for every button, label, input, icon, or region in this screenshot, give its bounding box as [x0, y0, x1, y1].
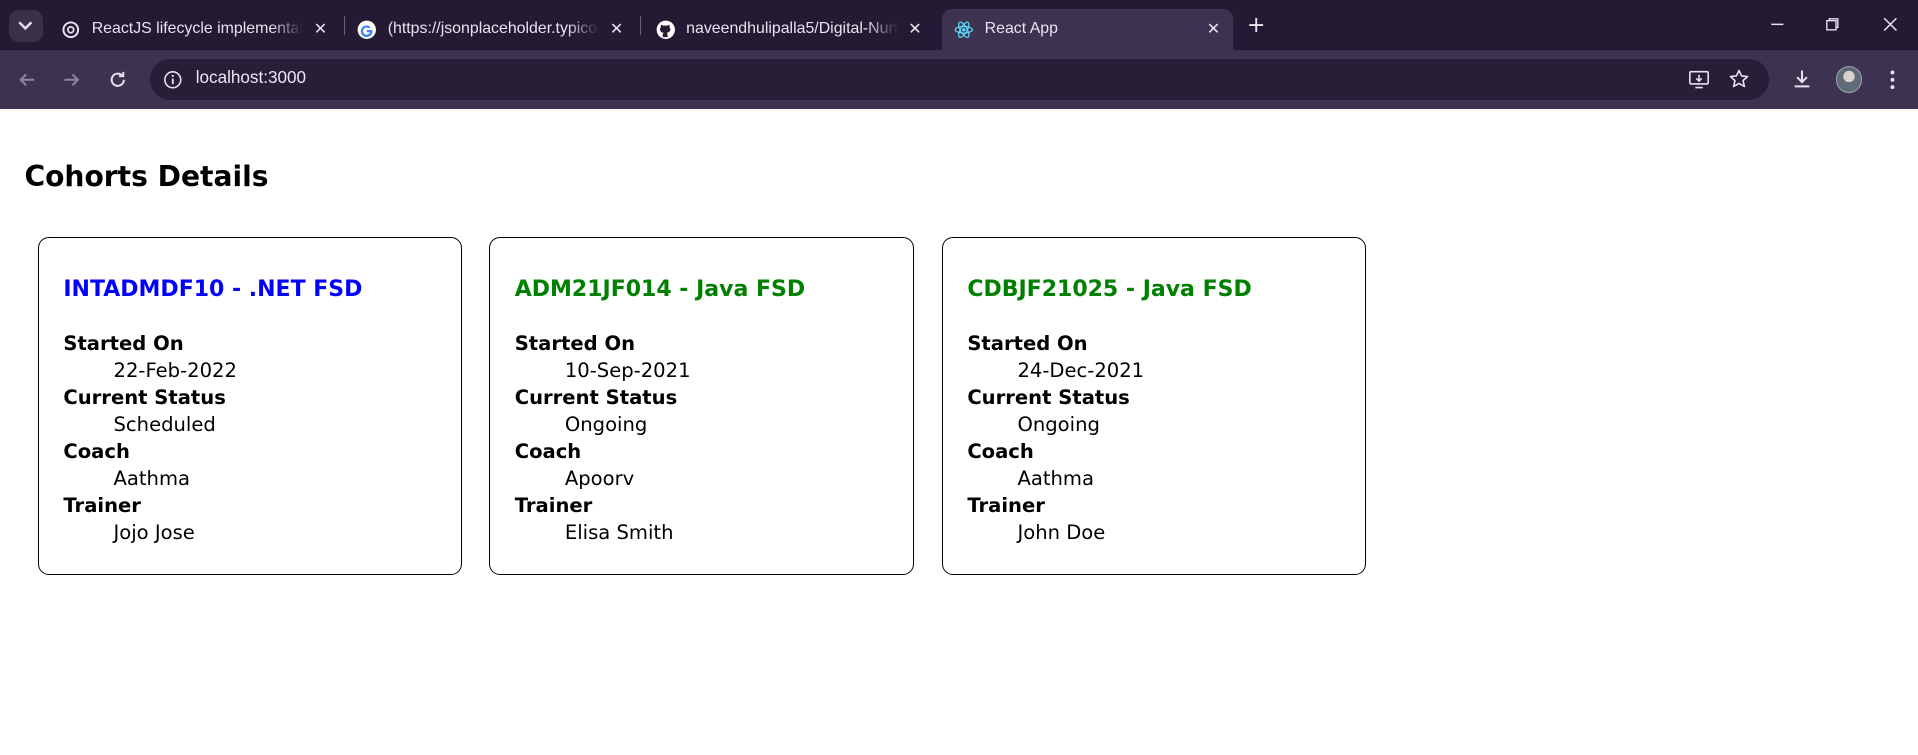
cohort-heading: CDBJF21025 - Java FSD [967, 277, 1252, 303]
trainer-label: Trainer [63, 493, 141, 517]
forward-icon[interactable] [57, 65, 86, 94]
cohort-details: Started On 24-Dec-2021 Current Status On… [967, 331, 1144, 546]
started-on-label: Started On [514, 332, 635, 356]
tab-search-button[interactable] [8, 9, 43, 42]
cohort-details: Started On 10-Sep-2021 Current Status On… [515, 331, 691, 546]
tab-jsonplaceholder[interactable]: (https://jsonplaceholder.typicode.com ✕ [345, 9, 636, 51]
close-icon[interactable]: ✕ [905, 20, 925, 40]
menu-dots-icon[interactable] [1880, 67, 1904, 91]
trainer-label: Trainer [967, 493, 1045, 517]
github-icon [656, 20, 676, 40]
tab-github-repo[interactable]: naveendhulipalla5/Digital-Nurture ✕ [643, 9, 934, 51]
cohort-card: CDBJF21025 - Java FSD Started On 24-Dec-… [941, 237, 1367, 575]
current-status-value: Ongoing [1017, 412, 1100, 436]
tab-title: ReactJS lifecycle implementation [91, 20, 304, 38]
bookmark-star-icon[interactable] [1728, 68, 1750, 90]
close-icon[interactable]: ✕ [311, 20, 331, 40]
trainer-value: Elisa Smith [564, 520, 674, 544]
site-info-icon[interactable] [163, 70, 183, 90]
url-text[interactable]: localhost:3000 [196, 68, 306, 88]
started-on-value: 24-Dec-2021 [1017, 359, 1145, 383]
cohort-card: ADM21JF014 - Java FSD Started On 10-Sep-… [489, 237, 914, 575]
install-app-icon[interactable] [1688, 68, 1710, 90]
started-on-value: 10-Sep-2021 [564, 359, 691, 383]
cohort-details: Started On 22-Feb-2022 Current Status Sc… [63, 331, 237, 546]
tab-title: (https://jsonplaceholder.typicode.com [387, 20, 600, 38]
coach-label: Coach [514, 439, 582, 463]
coach-label: Coach [63, 439, 130, 463]
current-status-label: Current Status [967, 386, 1130, 410]
close-window-icon[interactable] [1878, 12, 1902, 36]
coach-value: Aathma [1017, 466, 1094, 490]
address-bar[interactable]: localhost:3000 [150, 58, 1769, 101]
reload-icon[interactable] [103, 65, 132, 94]
started-on-value: 22-Feb-2022 [113, 359, 237, 383]
trainer-value: John Doe [1017, 520, 1106, 544]
close-icon[interactable]: ✕ [607, 20, 627, 40]
browser-toolbar: localhost:3000 [0, 50, 1918, 109]
minimize-icon[interactable] [1765, 12, 1789, 36]
trainer-value: Jojo Jose [113, 520, 195, 544]
page-content: Cohorts Details INTADMDF10 - .NET FSD St… [0, 108, 1918, 617]
close-icon[interactable]: ✕ [1204, 20, 1224, 40]
react-icon [954, 20, 974, 40]
started-on-label: Started On [63, 332, 184, 356]
tab-react-app[interactable]: React App ✕ [941, 8, 1233, 51]
new-tab-button[interactable]: + [1244, 13, 1268, 38]
chevron-down-icon [18, 21, 33, 30]
current-status-label: Current Status [63, 386, 226, 410]
tab-reactjs-lifecycle[interactable]: ReactJS lifecycle implementation ✕ [49, 9, 340, 51]
started-on-label: Started On [967, 332, 1088, 356]
tab-title: naveendhulipalla5/Digital-Nurture [686, 20, 898, 38]
current-status-value: Scheduled [113, 412, 216, 436]
cohort-heading: ADM21JF014 - Java FSD [514, 277, 806, 303]
google-icon [357, 20, 377, 40]
tab-strip: ReactJS lifecycle implementation ✕ (http… [0, 0, 1918, 51]
page-title: Cohorts Details [24, 160, 269, 194]
cohort-card: INTADMDF10 - .NET FSD Started On 22-Feb-… [37, 237, 463, 575]
download-icon[interactable] [1790, 67, 1814, 91]
cohort-heading: INTADMDF10 - .NET FSD [63, 277, 363, 303]
current-status-value: Ongoing [564, 412, 648, 436]
coach-value: Aathma [113, 466, 190, 490]
back-icon[interactable] [12, 65, 41, 94]
tab-separator [639, 15, 641, 36]
profile-avatar[interactable] [1836, 66, 1863, 93]
restore-icon[interactable] [1820, 12, 1844, 36]
browser-window: ReactJS lifecycle implementation ✕ (http… [0, 0, 1918, 617]
coach-value: Apoorv [564, 466, 635, 490]
current-status-label: Current Status [514, 386, 678, 410]
coach-label: Coach [967, 439, 1034, 463]
tab-title: React App [984, 20, 1058, 38]
trainer-label: Trainer [514, 493, 593, 517]
openai-icon [61, 20, 81, 40]
